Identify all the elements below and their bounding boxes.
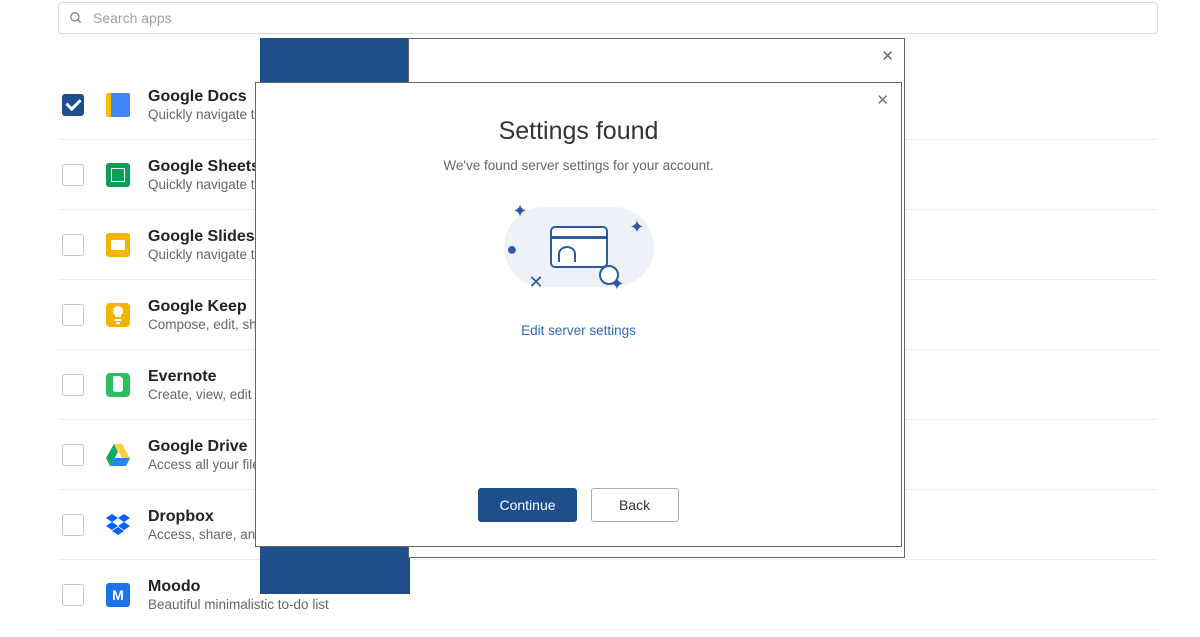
app-icon	[106, 233, 130, 257]
modal-title: Settings found	[499, 117, 659, 146]
app-checkbox[interactable]	[62, 94, 84, 116]
search-input[interactable]	[93, 10, 1147, 26]
back-button[interactable]: Back	[591, 488, 679, 522]
app-checkbox[interactable]	[62, 164, 84, 186]
app-icon	[106, 443, 130, 467]
app-icon	[106, 163, 130, 187]
continue-button[interactable]: Continue	[478, 488, 576, 522]
app-checkbox[interactable]	[62, 304, 84, 326]
sparkle-icon: ●	[507, 239, 518, 260]
app-checkbox[interactable]	[62, 514, 84, 536]
app-checkbox[interactable]	[62, 584, 84, 606]
close-icon[interactable]: ✕	[876, 91, 889, 109]
settings-found-modal: ✕ Settings found We've found server sett…	[255, 82, 902, 547]
modal-subtitle: We've found server settings for your acc…	[443, 158, 713, 173]
app-row[interactable]: MMoodoBeautiful minimalistic to-do list	[58, 560, 1158, 630]
search-icon	[69, 11, 83, 25]
app-checkbox[interactable]	[62, 234, 84, 256]
app-icon	[106, 93, 130, 117]
sparkle-icon: ✦	[609, 274, 624, 295]
edit-server-settings-link[interactable]: Edit server settings	[521, 323, 636, 338]
settings-illustration: ✦ ✦ ✕ ✦ ●	[499, 197, 659, 297]
app-icon	[106, 513, 130, 537]
app-description: Beautiful minimalistic to-do list	[148, 597, 329, 612]
close-icon[interactable]: ✕	[881, 47, 894, 65]
app-icon	[106, 373, 130, 397]
app-icon	[106, 303, 130, 327]
search-bar[interactable]	[58, 2, 1158, 34]
app-checkbox[interactable]	[62, 374, 84, 396]
app-icon: M	[106, 583, 130, 607]
sparkle-icon: ✦	[513, 201, 528, 222]
sparkle-icon: ✕	[529, 272, 544, 293]
sparkle-icon: ✦	[629, 217, 644, 238]
app-checkbox[interactable]	[62, 444, 84, 466]
